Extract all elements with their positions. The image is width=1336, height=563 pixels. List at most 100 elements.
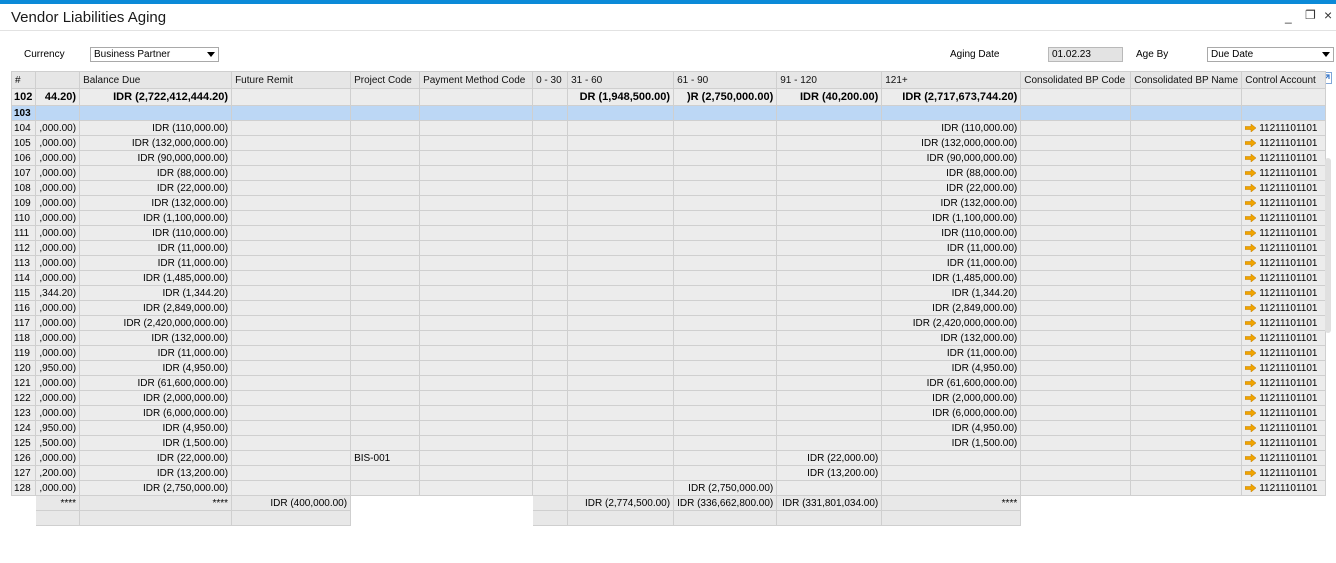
minimize-button[interactable]: _ (1285, 10, 1292, 24)
restore-button[interactable]: ❐ (1305, 8, 1316, 22)
table-row[interactable]: 120,950.00) IDR (4,950.00) IDR (4,950.00) 1… (10, 360, 1327, 376)
table-row[interactable]: 125,500.00) IDR (1,500.00) IDR (1,500.00) 1… (10, 435, 1327, 451)
table-row[interactable]: 104,000.00) IDR (110,000.00) IDR (110,000.… (10, 120, 1327, 136)
cell-control-account[interactable]: 11211101101 (1241, 450, 1327, 466)
cell-control-account[interactable]: 11211101101 (1241, 255, 1327, 271)
cell-control-account[interactable]: 11211101101 (1241, 420, 1327, 436)
column-header[interactable]: # (10, 71, 37, 89)
link-arrow-icon[interactable] (1245, 453, 1257, 462)
link-arrow-icon[interactable] (1245, 423, 1257, 432)
cell-control-account[interactable]: 11211101101 (1241, 375, 1327, 391)
cell-control-account[interactable]: 11211101101 (1241, 120, 1327, 136)
cell-control-account[interactable]: 11211101101 (1241, 150, 1327, 166)
column-header[interactable]: Balance Due (79, 71, 233, 89)
cell-control-account[interactable]: 11211101101 (1241, 195, 1327, 211)
table-row[interactable]: 109,000.00) IDR (132,000.00) IDR (132,000.… (10, 195, 1327, 211)
table-row[interactable]: 117,000.00) IDR (2,420,000,000.00) IDR (2,… (10, 315, 1327, 331)
link-arrow-icon[interactable] (1245, 438, 1257, 447)
cell-control-account[interactable]: 11211101101 (1241, 405, 1327, 421)
close-button[interactable]: × (1324, 7, 1332, 23)
cell-control-account[interactable]: 11211101101 (1241, 210, 1327, 226)
cell-control-account[interactable]: 11211101101 (1241, 315, 1327, 331)
column-header[interactable]: Future Remit (231, 71, 352, 89)
column-header[interactable]: 121+ (881, 71, 1022, 89)
column-header[interactable]: Project Code (350, 71, 421, 89)
link-arrow-icon[interactable] (1245, 333, 1257, 342)
link-arrow-icon[interactable] (1245, 138, 1257, 147)
link-arrow-icon[interactable] (1245, 408, 1257, 417)
link-arrow-icon[interactable] (1245, 483, 1257, 492)
link-arrow-icon[interactable] (1245, 393, 1257, 402)
link-arrow-icon[interactable] (1245, 318, 1257, 327)
cell-control-account[interactable]: 11211101101 (1241, 285, 1327, 301)
link-arrow-icon[interactable] (1245, 168, 1257, 177)
table-row[interactable]: 128,000.00) IDR (2,750,000.00) IDR (2,750,… (10, 480, 1327, 496)
link-arrow-icon[interactable] (1245, 288, 1257, 297)
cell-control-account[interactable]: 11211101101 (1241, 330, 1327, 346)
column-header[interactable]: 31 - 60 (567, 71, 675, 89)
cell-control-account[interactable]: 11211101101 (1241, 180, 1327, 196)
cell-control-account[interactable]: 11211101101 (1241, 345, 1327, 361)
table-row[interactable]: 116,000.00) IDR (2,849,000.00) IDR (2,849,… (10, 300, 1327, 316)
table-row[interactable]: 113,000.00) IDR (11,000.00) IDR (11,000.00… (10, 255, 1327, 271)
table-row[interactable]: 122,000.00) IDR (2,000,000.00) IDR (2,000,… (10, 390, 1327, 406)
table-row[interactable]: 124,950.00) IDR (4,950.00) IDR (4,950.00) 1… (10, 420, 1327, 436)
table-row[interactable]: 121,000.00) IDR (61,600,000.00) IDR (61,60… (10, 375, 1327, 391)
column-header[interactable] (35, 71, 81, 89)
link-arrow-icon[interactable] (1245, 243, 1257, 252)
table-row[interactable]: 123,000.00) IDR (6,000,000.00) IDR (6,000,… (10, 405, 1327, 421)
cell-control-account[interactable]: 11211101101 (1241, 225, 1327, 241)
column-header[interactable]: Consolidated BP Name (1130, 71, 1243, 89)
cell-control-account[interactable]: 11211101101 (1241, 480, 1327, 496)
summary-row[interactable]: 102 44.20) IDR (2,722,412,444.20) DR (1,… (10, 88, 1327, 106)
table-row[interactable]: 114,000.00) IDR (1,485,000.00) IDR (1,485,… (10, 270, 1327, 286)
cell-control-account[interactable]: 11211101101 (1241, 360, 1327, 376)
table-row[interactable]: 108,000.00) IDR (22,000.00) IDR (22,000.00… (10, 180, 1327, 196)
link-arrow-icon[interactable] (1245, 378, 1257, 387)
aging-date-field[interactable]: 01.02.23 (1048, 47, 1123, 62)
column-header[interactable]: 61 - 90 (673, 71, 778, 89)
table-row[interactable]: 110,000.00) IDR (1,100,000.00) IDR (1,100,… (10, 210, 1327, 226)
cell-control-account[interactable]: 11211101101 (1241, 465, 1327, 481)
cell-control-account[interactable]: 11211101101 (1241, 270, 1327, 286)
vertical-scrollbar[interactable] (1325, 158, 1331, 333)
table-row[interactable]: 126,000.00) IDR (22,000.00) BIS-001 IDR (22… (10, 450, 1327, 466)
link-arrow-icon[interactable] (1245, 363, 1257, 372)
cell-control-account[interactable]: 11211101101 (1241, 240, 1327, 256)
column-header[interactable]: 0 - 30 (532, 71, 569, 89)
cell-control-account[interactable]: 11211101101 (1241, 435, 1327, 451)
link-arrow-icon[interactable] (1245, 198, 1257, 207)
table-row[interactable]: 115,344.20) IDR (1,344.20) IDR (1,344.20) 1… (10, 285, 1327, 301)
column-header[interactable]: Control Account (1241, 71, 1327, 89)
cell-control-account[interactable]: 11211101101 (1241, 390, 1327, 406)
table-row[interactable]: 112,000.00) IDR (11,000.00) IDR (11,000.00… (10, 240, 1327, 256)
table-row[interactable]: 111,000.00) IDR (110,000.00) IDR (110,000.… (10, 225, 1327, 241)
cell-control-account[interactable]: 11211101101 (1241, 300, 1327, 316)
table-row[interactable]: 106,000.00) IDR (90,000,000.00) IDR (90,00… (10, 150, 1327, 166)
link-arrow-icon[interactable] (1245, 228, 1257, 237)
table-row[interactable]: 105,000.00) IDR (132,000,000.00) IDR (132,… (10, 135, 1327, 151)
table-row[interactable]: 119,000.00) IDR (11,000.00) IDR (11,000.00… (10, 345, 1327, 361)
link-arrow-icon[interactable] (1245, 183, 1257, 192)
selected-row[interactable]: 103 (10, 105, 1327, 121)
cell-control-account[interactable]: 11211101101 (1241, 135, 1327, 151)
table-row[interactable]: 118,000.00) IDR (132,000.00) IDR (132,000.… (10, 330, 1327, 346)
cell-payment-method (419, 480, 534, 496)
column-header[interactable]: Consolidated BP Code (1020, 71, 1132, 89)
cell-control-account[interactable]: 11211101101 (1241, 165, 1327, 181)
link-arrow-icon[interactable] (1245, 258, 1257, 267)
link-arrow-icon[interactable] (1245, 273, 1257, 282)
column-header[interactable]: 91 - 120 (776, 71, 883, 89)
table-row[interactable]: 127,200.00) IDR (13,200.00) IDR (13,200.00… (10, 465, 1327, 481)
link-arrow-icon[interactable] (1245, 303, 1257, 312)
link-arrow-icon[interactable] (1245, 153, 1257, 162)
link-arrow-icon[interactable] (1245, 123, 1257, 132)
link-arrow-icon[interactable] (1245, 348, 1257, 357)
age-by-dropdown[interactable]: Due Date (1207, 47, 1334, 62)
table-row[interactable]: 107,000.00) IDR (88,000.00) IDR (88,000.00… (10, 165, 1327, 181)
link-arrow-icon[interactable] (1245, 468, 1257, 477)
cell-payment-method (419, 330, 534, 346)
link-arrow-icon[interactable] (1245, 213, 1257, 222)
currency-dropdown[interactable]: Business Partner (90, 47, 219, 62)
column-header[interactable]: Payment Method Code (419, 71, 534, 89)
